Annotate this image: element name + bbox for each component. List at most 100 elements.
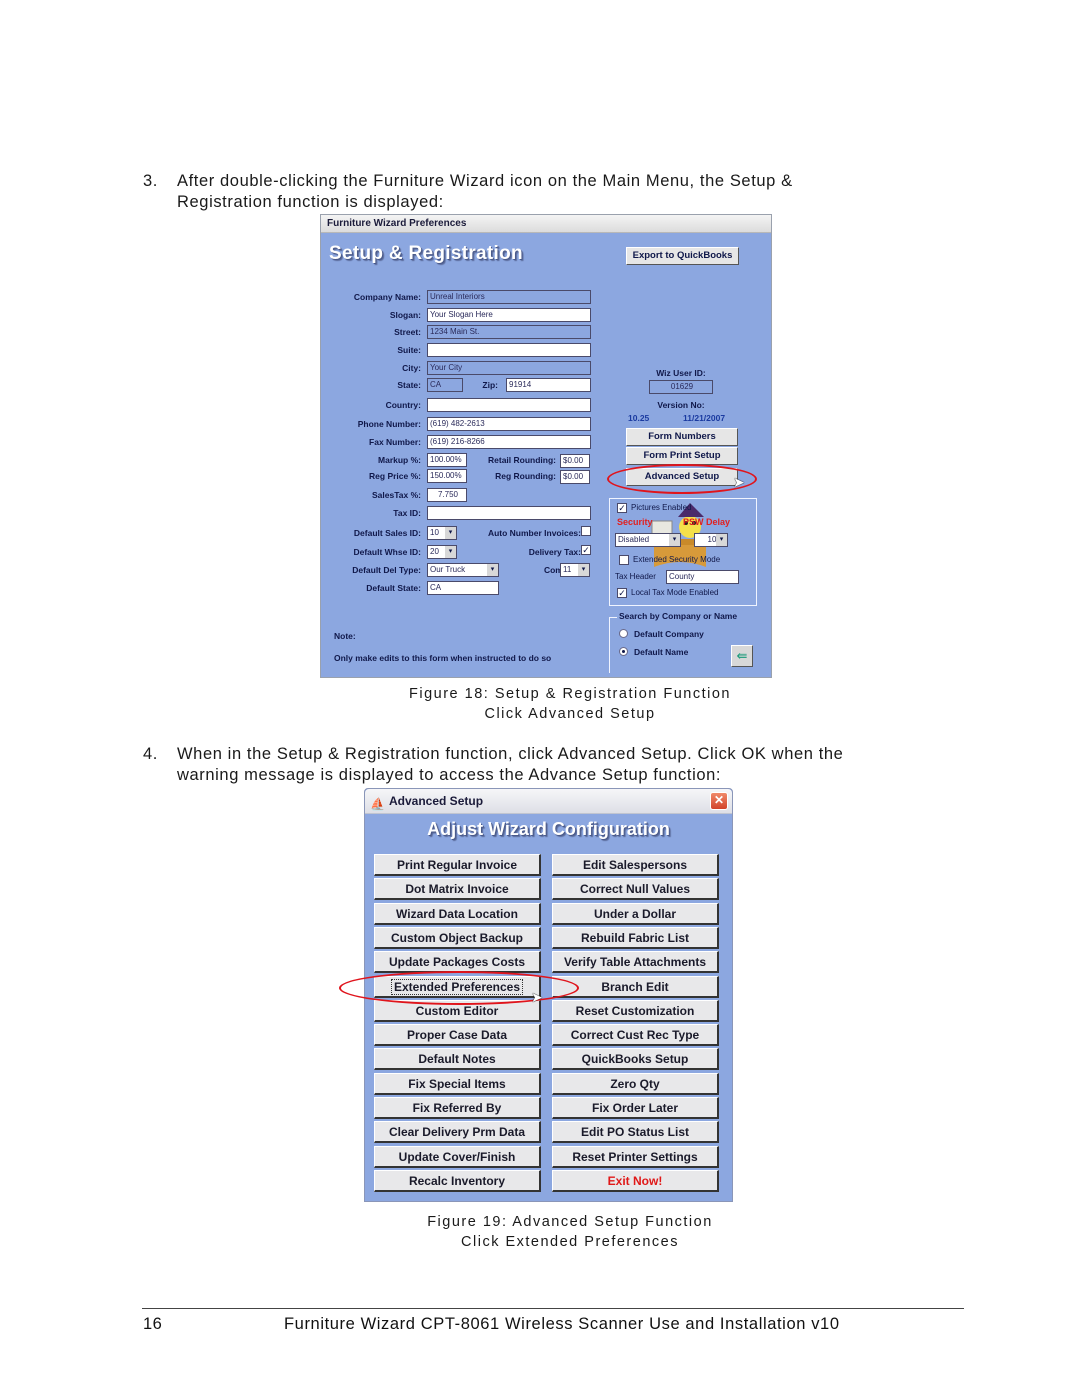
- dot-matrix-invoice-button[interactable]: Dot Matrix Invoice: [374, 878, 541, 901]
- select-value: Disabled: [618, 535, 650, 544]
- suite-label: Suite:: [397, 345, 421, 355]
- update-packages-costs-button[interactable]: Update Packages Costs: [374, 951, 541, 974]
- fix-referred-by-button[interactable]: Fix Referred By: [374, 1097, 541, 1119]
- correct-null-values-button[interactable]: Correct Null Values: [552, 878, 719, 901]
- form-numbers-button[interactable]: Form Numbers: [626, 428, 738, 446]
- default-state-label: Default State:: [366, 583, 421, 593]
- button-label: Fix Referred By: [412, 1101, 502, 1115]
- slogan-field[interactable]: Your Slogan Here: [427, 308, 591, 322]
- default-whse-id-select[interactable]: 20 ▾: [427, 545, 457, 559]
- reg-price-field[interactable]: 150.00%: [427, 469, 467, 483]
- print-regular-invoice-button[interactable]: Print Regular Invoice: [374, 854, 541, 876]
- button-label: QuickBooks Setup: [581, 1052, 689, 1067]
- company-name-field[interactable]: Unreal Interiors: [427, 290, 591, 304]
- default-name-radio[interactable]: [619, 647, 628, 656]
- under-a-dollar-button[interactable]: Under a Dollar: [552, 902, 719, 925]
- exit-door-icon[interactable]: ⇚: [731, 645, 753, 667]
- button-label: Proper Case Data: [406, 1028, 508, 1043]
- street-field[interactable]: 1234 Main St.: [427, 325, 591, 339]
- quickbooks-setup-button[interactable]: QuickBooks Setup: [552, 1048, 719, 1071]
- default-state-field[interactable]: CA: [427, 581, 499, 595]
- auto-number-invoices-checkbox[interactable]: [581, 526, 591, 536]
- proper-case-data-button[interactable]: Proper Case Data: [374, 1024, 541, 1047]
- button-label: Custom Editor: [415, 1003, 499, 1018]
- zip-field[interactable]: 91914: [506, 378, 591, 392]
- note-label: Note:: [334, 631, 356, 641]
- window-titlebar: Furniture Wizard Preferences: [321, 215, 771, 233]
- default-notes-button[interactable]: Default Notes: [374, 1048, 541, 1071]
- reset-customization-button[interactable]: Reset Customization: [552, 999, 719, 1022]
- search-group-label: Search by Company or Name: [617, 611, 740, 621]
- form-print-setup-button[interactable]: Form Print Setup: [626, 447, 738, 465]
- wiz-user-id-field: 01629: [649, 380, 713, 394]
- fix-special-items-button[interactable]: Fix Special Items: [374, 1072, 541, 1095]
- custom-editor-button[interactable]: Custom Editor: [374, 999, 541, 1022]
- button-label: Print Regular Invoice: [396, 858, 518, 872]
- default-name-label: Default Name: [634, 647, 689, 657]
- suite-field[interactable]: [427, 343, 591, 357]
- extended-security-label: Extended Security Mode: [633, 555, 721, 564]
- step-text: After double-clicking the Furniture Wiza…: [177, 171, 977, 213]
- edit-salespersons-button[interactable]: Edit Salespersons: [552, 854, 719, 876]
- state-label: State:: [397, 380, 421, 390]
- tax-header-field[interactable]: County: [666, 570, 739, 584]
- default-sales-id-label: Default Sales ID:: [353, 528, 421, 538]
- update-cover-finish-button[interactable]: Update Cover/Finish: [374, 1145, 541, 1168]
- extended-preferences-button[interactable]: Extended Preferences: [374, 975, 541, 998]
- search-group: [609, 617, 727, 673]
- local-tax-checkbox[interactable]: ✓: [617, 588, 627, 598]
- delivery-tax-checkbox[interactable]: ✓: [581, 545, 591, 555]
- select-value: Our Truck: [430, 565, 466, 574]
- chevron-down-icon: ▾: [669, 534, 680, 546]
- button-label: Update Packages Costs: [388, 955, 526, 970]
- extended-security-checkbox[interactable]: [619, 555, 629, 565]
- local-tax-label: Local Tax Mode Enabled: [631, 588, 719, 597]
- caption-line: Figure 19: Advanced Setup Function: [427, 1214, 713, 1230]
- pictures-enabled-label: Pictures Enabled: [631, 503, 692, 512]
- edit-po-status-list-button[interactable]: Edit PO Status List: [552, 1121, 719, 1144]
- exit-now-button[interactable]: Exit Now!: [552, 1169, 719, 1192]
- default-company-radio[interactable]: [619, 629, 628, 638]
- country-field[interactable]: [427, 398, 591, 412]
- close-icon[interactable]: ✕: [710, 792, 728, 810]
- advanced-setup-button[interactable]: Advanced Setup: [626, 468, 738, 486]
- psw-delay-select[interactable]: 10 ▾: [694, 533, 728, 547]
- note-text: Only make edits to this form when instru…: [334, 653, 552, 663]
- button-label: Rebuild Fabric List: [580, 930, 689, 945]
- default-del-type-select[interactable]: Our Truck ▾: [427, 563, 499, 577]
- footer-title: Furniture Wizard CPT-8061 Wireless Scann…: [284, 1315, 840, 1333]
- wizard-data-location-button[interactable]: Wizard Data Location: [374, 902, 541, 925]
- reset-printer-settings-button[interactable]: Reset Printer Settings: [552, 1145, 719, 1168]
- retail-rounding-field[interactable]: $0.00: [560, 454, 590, 468]
- phone-label: Phone Number:: [357, 419, 421, 429]
- markup-field[interactable]: 100.00%: [427, 453, 467, 467]
- delivery-tax-label: Delivery Tax:: [528, 547, 581, 557]
- recalc-inventory-button[interactable]: Recalc Inventory: [374, 1169, 541, 1192]
- sales-tax-field[interactable]: 7.750: [427, 488, 467, 502]
- select-value: 20: [430, 547, 439, 556]
- branch-edit-button[interactable]: Branch Edit: [552, 975, 719, 998]
- phone-field[interactable]: (619) 482-2613: [427, 417, 591, 431]
- custom-object-backup-button[interactable]: Custom Object Backup: [374, 926, 541, 949]
- state-field[interactable]: CA: [427, 378, 463, 392]
- city-field[interactable]: Your City: [427, 361, 591, 375]
- default-sales-id-select[interactable]: 10 ▾: [427, 526, 457, 540]
- fax-field[interactable]: (619) 216-8266: [427, 435, 591, 449]
- security-label: Security: [617, 517, 653, 527]
- button-label: Edit PO Status List: [580, 1125, 689, 1140]
- markup-label: Markup %:: [378, 455, 421, 465]
- fix-order-later-button[interactable]: Fix Order Later: [552, 1097, 719, 1119]
- button-label: Correct Cust Rec Type: [570, 1028, 700, 1043]
- default-whse-id-label: Default Whse ID:: [353, 547, 421, 557]
- clear-delivery-prm-data-button[interactable]: Clear Delivery Prm Data: [374, 1121, 541, 1144]
- pictures-enabled-checkbox[interactable]: ✓: [617, 503, 627, 513]
- zero-qty-button[interactable]: Zero Qty: [552, 1072, 719, 1095]
- tax-id-field[interactable]: [427, 506, 591, 520]
- verify-table-attachments-button[interactable]: Verify Table Attachments: [552, 951, 719, 974]
- export-quickbooks-button[interactable]: Export to QuickBooks: [626, 247, 739, 265]
- com-plan-select[interactable]: 11 ▾: [560, 563, 590, 577]
- correct-cust-rec-type-button[interactable]: Correct Cust Rec Type: [552, 1024, 719, 1047]
- security-select[interactable]: Disabled ▾: [615, 533, 681, 547]
- rebuild-fabric-list-button[interactable]: Rebuild Fabric List: [552, 926, 719, 949]
- reg-rounding-field[interactable]: $0.00: [560, 470, 590, 484]
